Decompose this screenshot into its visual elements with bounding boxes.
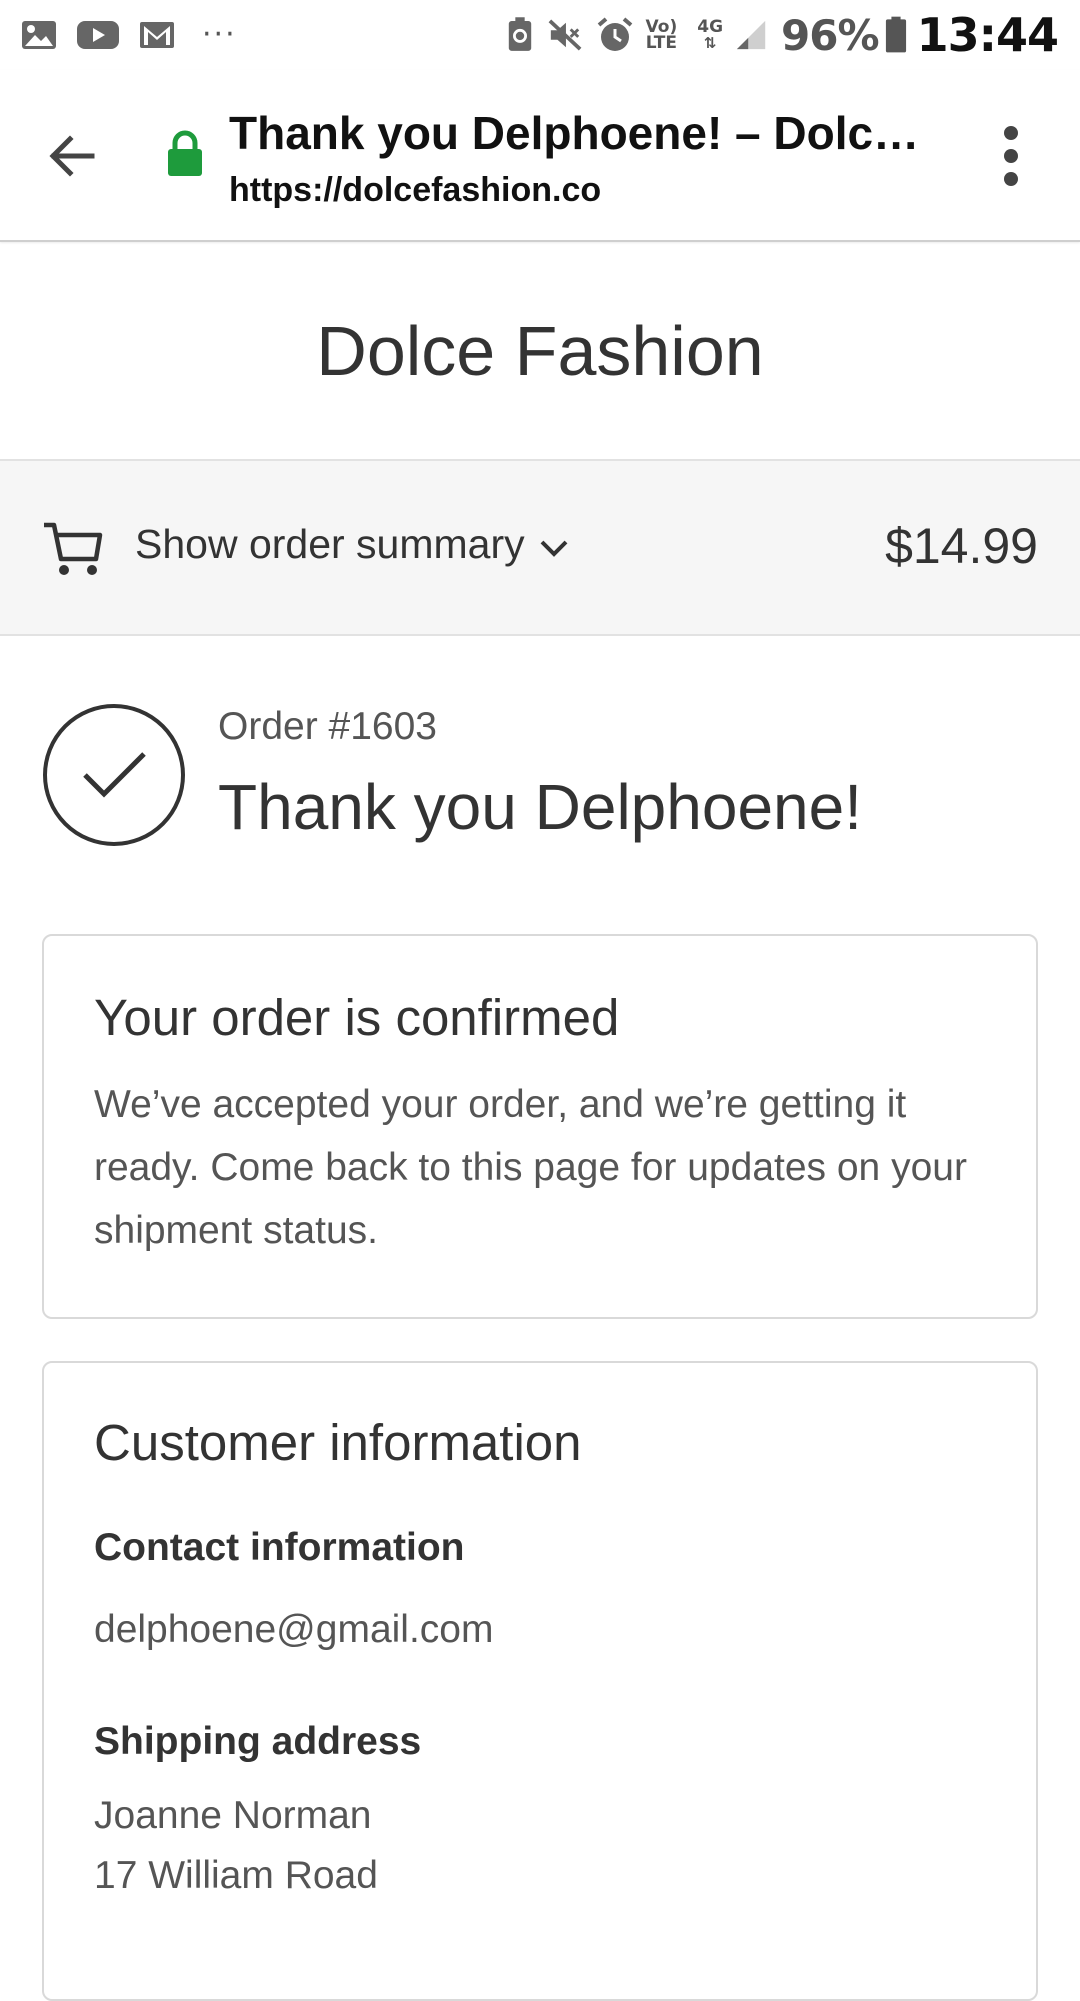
cart-icon [44, 522, 103, 575]
checkmark-circle-icon [43, 704, 185, 846]
customer-information-title: Customer information [94, 1414, 582, 1471]
shipping-address-label: Shipping address [94, 1720, 422, 1763]
signal-icon [736, 20, 766, 50]
order-number: Order #1603 [218, 705, 437, 748]
status-bar-system: Vo) LTE 4G ⇅ 96% 13:44 [494, 8, 1059, 62]
shipping-address: Joanne Norman 17 William Road [94, 1786, 986, 1906]
alarm-icon [597, 17, 632, 51]
store-header: Dolce Fashion [0, 243, 1080, 461]
status-bar-notifications: ··· [20, 18, 255, 52]
page-title[interactable]: Thank you Delphoene! – Dolce Fashion [229, 106, 939, 160]
order-summary-bar[interactable]: Show order summary $14.99 [0, 461, 1080, 636]
lock-icon[interactable] [166, 130, 204, 178]
volte-indicator: Vo) LTE [645, 19, 678, 53]
battery-percent: 96% [781, 10, 880, 60]
url-text[interactable]: https://dolcefashion.co [229, 171, 601, 210]
order-summary-label: Show order summary [135, 521, 525, 567]
order-confirmed-title: Your order is confirmed [94, 989, 620, 1046]
status-bar: ··· Vo) LTE 4G ⇅ 96% 13:44 [0, 0, 1080, 70]
clock: 13:44 [916, 8, 1059, 62]
customer-information-card: Customer information Contact information… [42, 1361, 1038, 2001]
volte-bottom-label: LTE [645, 33, 677, 53]
chevron-down-icon [540, 540, 568, 557]
order-confirmed-card: Your order is confirmed We’ve accepted y… [42, 934, 1038, 1319]
show-order-summary-toggle[interactable]: Show order summary [135, 521, 569, 568]
network-indicator: 4G ⇅ [697, 17, 724, 52]
shipping-address-line: 17 William Road [94, 1854, 378, 1897]
contact-email: delphoene@gmail.com [94, 1608, 494, 1651]
more-notifications-indicator: ··· [202, 17, 237, 52]
recycle-icon [508, 17, 531, 51]
overflow-menu-button[interactable] [990, 124, 1034, 188]
browser-toolbar: Thank you Delphoene! – Dolce Fashion htt… [0, 70, 1080, 242]
thank-you-heading: Thank you Delphoene! [218, 771, 862, 843]
mute-icon [548, 19, 581, 51]
store-name[interactable]: Dolce Fashion [316, 311, 763, 391]
back-arrow-icon[interactable] [40, 124, 104, 188]
menu-dot-icon [1004, 149, 1018, 163]
shipping-address-line: Joanne Norman [94, 1794, 372, 1837]
youtube-icon [77, 21, 119, 49]
battery-icon [885, 16, 906, 53]
menu-dot-icon [1004, 172, 1018, 186]
image-icon [22, 21, 56, 49]
network-type-label: 4G [697, 17, 724, 37]
gmail-icon [140, 22, 174, 48]
menu-dot-icon [1004, 126, 1018, 140]
order-confirmed-message: We’ve accepted your order, and we’re get… [94, 1083, 967, 1252]
contact-information-label: Contact information [94, 1526, 465, 1569]
order-total: $14.99 [885, 518, 1038, 574]
data-arrows-icon: ⇅ [703, 34, 717, 52]
